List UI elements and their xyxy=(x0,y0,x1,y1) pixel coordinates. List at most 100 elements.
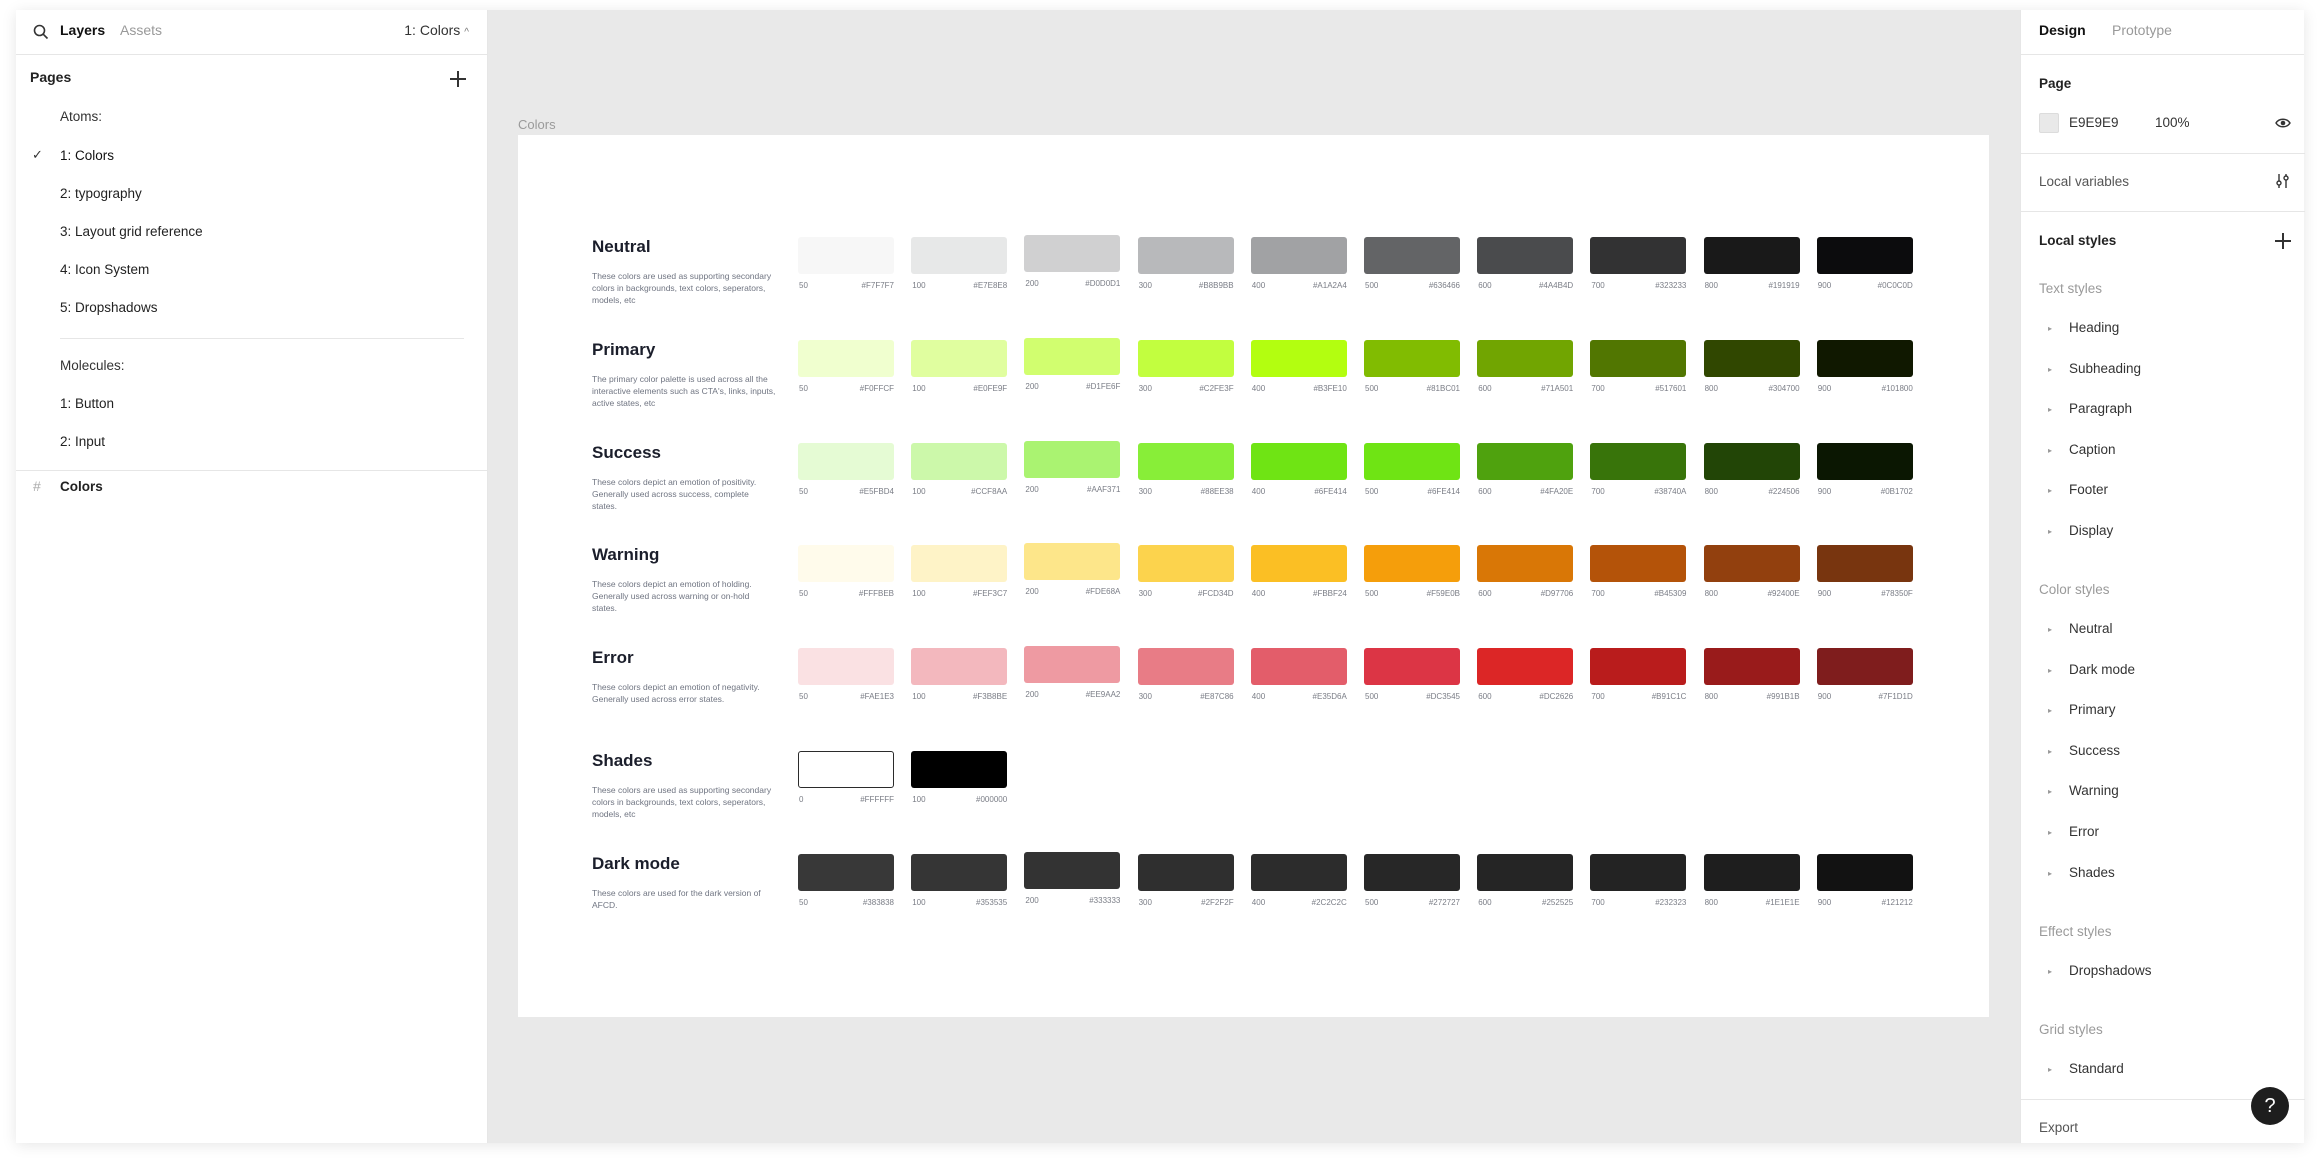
color-swatch[interactable] xyxy=(1024,543,1121,580)
caret-right-icon[interactable]: ▸ xyxy=(2048,365,2052,374)
caret-right-icon[interactable]: ▸ xyxy=(2048,1065,2052,1074)
search-icon[interactable] xyxy=(32,23,50,41)
color-group-title[interactable]: Warning xyxy=(592,545,659,565)
frame-label[interactable]: Colors xyxy=(518,117,556,132)
add-style-button[interactable] xyxy=(2273,231,2293,251)
caret-right-icon[interactable]: ▸ xyxy=(2048,828,2052,837)
layer-row-colors[interactable]: # Colors xyxy=(16,472,488,500)
caret-right-icon[interactable]: ▸ xyxy=(2048,869,2052,878)
color-group-description[interactable]: These colors are used as supporting seco… xyxy=(592,784,776,820)
local-variables-label[interactable]: Local variables xyxy=(2039,174,2129,189)
page-item-icon-system[interactable]: 4: Icon System xyxy=(60,262,149,277)
caret-right-icon[interactable]: ▸ xyxy=(2048,527,2052,536)
color-swatch[interactable] xyxy=(798,340,894,377)
color-swatch[interactable] xyxy=(798,751,894,788)
color-swatch[interactable] xyxy=(798,854,894,891)
color-group-title[interactable]: Success xyxy=(592,443,661,463)
colors-frame[interactable]: Neutral These colors are used as supporti… xyxy=(518,135,1989,1017)
tab-prototype[interactable]: Prototype xyxy=(2112,22,2172,38)
color-swatch[interactable] xyxy=(1137,443,1234,480)
color-swatch[interactable] xyxy=(1590,854,1687,891)
color-swatch[interactable] xyxy=(1024,646,1121,683)
style-item[interactable]: Paragraph xyxy=(2069,401,2132,416)
page-item-dropshadows[interactable]: 5: Dropshadows xyxy=(60,300,158,315)
color-swatch[interactable] xyxy=(1364,237,1460,274)
style-item[interactable]: Primary xyxy=(2069,702,2116,717)
eye-icon[interactable] xyxy=(2275,116,2291,130)
style-item[interactable]: Footer xyxy=(2069,482,2108,497)
tab-design[interactable]: Design xyxy=(2039,22,2086,38)
color-swatch[interactable] xyxy=(911,854,1008,891)
color-swatch[interactable] xyxy=(1364,545,1460,582)
color-swatch[interactable] xyxy=(1137,340,1234,377)
color-group-title[interactable]: Dark mode xyxy=(592,854,680,874)
color-swatch[interactable] xyxy=(911,443,1008,480)
export-label[interactable]: Export xyxy=(2039,1120,2078,1135)
color-group-description[interactable]: These colors depict an emotion of positi… xyxy=(592,476,776,512)
color-swatch[interactable] xyxy=(911,340,1008,377)
color-group-title[interactable]: Neutral xyxy=(592,237,651,257)
color-swatch[interactable] xyxy=(1477,443,1574,480)
page-item-input[interactable]: 2: Input xyxy=(60,434,105,449)
caret-right-icon[interactable]: ▸ xyxy=(2048,405,2052,414)
canvas[interactable]: Colors Neutral These colors are used as s… xyxy=(488,10,2020,1143)
color-swatch[interactable] xyxy=(1250,443,1347,480)
caret-right-icon[interactable]: ▸ xyxy=(2048,747,2052,756)
current-page-dropdown[interactable]: 1: Colors ^ xyxy=(404,22,469,38)
color-swatch[interactable] xyxy=(1250,854,1347,891)
color-swatch[interactable] xyxy=(798,545,894,582)
color-swatch[interactable] xyxy=(1250,545,1347,582)
color-swatch[interactable] xyxy=(1703,648,1800,685)
color-swatch[interactable] xyxy=(1364,340,1460,377)
page-item-colors[interactable]: 1: Colors xyxy=(60,148,114,163)
style-item[interactable]: Error xyxy=(2069,824,2099,839)
color-group-description[interactable]: These colors depict an emotion of negati… xyxy=(592,681,776,705)
page-item-button[interactable]: 1: Button xyxy=(60,396,114,411)
help-button[interactable]: ? xyxy=(2251,1087,2289,1125)
color-swatch[interactable] xyxy=(1816,648,1913,685)
style-item[interactable]: Heading xyxy=(2069,320,2119,335)
color-swatch[interactable] xyxy=(1137,237,1234,274)
sliders-icon[interactable] xyxy=(2275,172,2291,190)
color-swatch[interactable] xyxy=(1703,854,1800,891)
color-swatch[interactable] xyxy=(911,648,1008,685)
style-item[interactable]: Success xyxy=(2069,743,2120,758)
color-swatch[interactable] xyxy=(1024,852,1121,889)
add-page-button[interactable] xyxy=(448,69,468,89)
caret-right-icon[interactable]: ▸ xyxy=(2048,446,2052,455)
color-swatch[interactable] xyxy=(798,237,894,274)
color-swatch[interactable] xyxy=(1137,648,1234,685)
color-swatch[interactable] xyxy=(1590,237,1687,274)
color-swatch[interactable] xyxy=(1477,545,1574,582)
color-swatch[interactable] xyxy=(1364,854,1460,891)
style-item[interactable]: Dropshadows xyxy=(2069,963,2152,978)
color-swatch[interactable] xyxy=(1137,854,1234,891)
caret-right-icon[interactable]: ▸ xyxy=(2048,666,2052,675)
color-swatch[interactable] xyxy=(911,751,1008,788)
color-group-description[interactable]: These colors are used for the dark versi… xyxy=(592,887,776,911)
page-color-hex[interactable]: E9E9E9 xyxy=(2069,115,2119,130)
color-swatch[interactable] xyxy=(1250,340,1347,377)
style-item[interactable]: Display xyxy=(2069,523,2113,538)
style-item[interactable]: Standard xyxy=(2069,1061,2124,1076)
color-group-title[interactable]: Primary xyxy=(592,340,655,360)
caret-right-icon[interactable]: ▸ xyxy=(2048,486,2052,495)
color-swatch[interactable] xyxy=(911,237,1008,274)
color-swatch[interactable] xyxy=(1703,340,1800,377)
color-swatch[interactable] xyxy=(1703,443,1800,480)
color-swatch[interactable] xyxy=(1590,648,1687,685)
style-item[interactable]: Neutral xyxy=(2069,621,2113,636)
page-item-typography[interactable]: 2: typography xyxy=(60,186,142,201)
color-swatch[interactable] xyxy=(1250,648,1347,685)
color-swatch[interactable] xyxy=(1816,340,1913,377)
color-swatch[interactable] xyxy=(1477,854,1574,891)
page-item-layout-grid[interactable]: 3: Layout grid reference xyxy=(60,224,203,239)
color-group-description[interactable]: These colors depict an emotion of holdin… xyxy=(592,578,776,614)
color-swatch[interactable] xyxy=(911,545,1008,582)
page-color-swatch[interactable] xyxy=(2039,113,2059,133)
color-swatch[interactable] xyxy=(1816,854,1913,891)
caret-right-icon[interactable]: ▸ xyxy=(2048,324,2052,333)
color-swatch[interactable] xyxy=(1590,443,1687,480)
color-swatch[interactable] xyxy=(1364,648,1460,685)
color-swatch[interactable] xyxy=(1703,545,1800,582)
